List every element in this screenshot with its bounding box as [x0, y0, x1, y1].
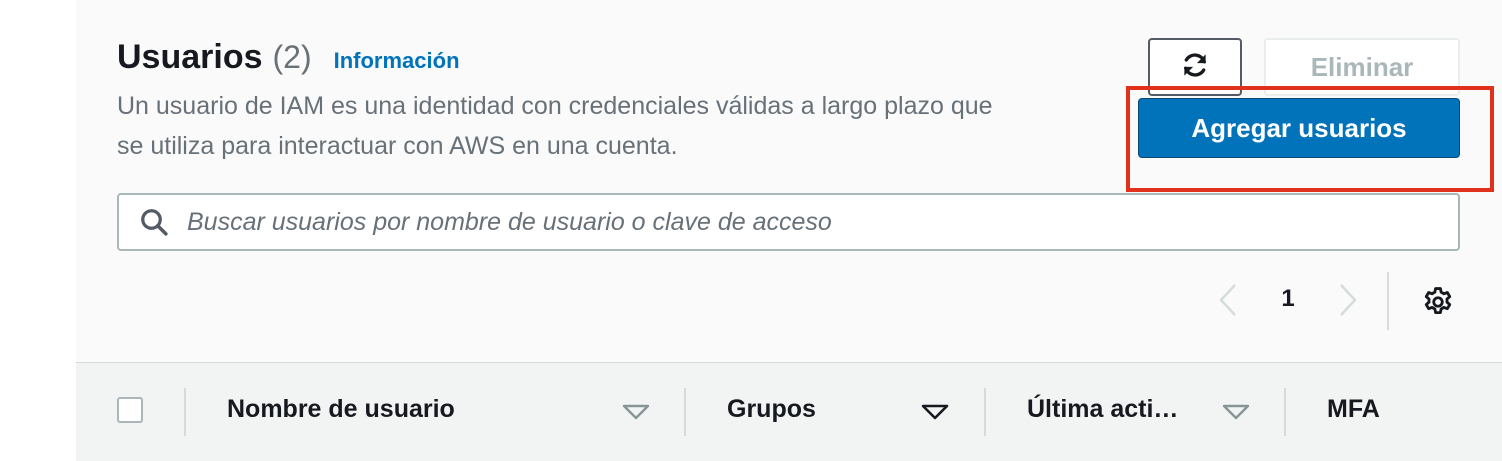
- add-users-button[interactable]: Agregar usuarios: [1138, 98, 1460, 158]
- refresh-button[interactable]: [1148, 38, 1242, 96]
- column-divider: [684, 388, 686, 436]
- chevron-left-icon: [1217, 282, 1239, 323]
- column-header-groups[interactable]: Grupos: [727, 395, 816, 424]
- sort-icon[interactable]: [1221, 404, 1251, 420]
- column-divider: [184, 388, 186, 436]
- search-bar: [117, 193, 1460, 251]
- search-icon: [137, 205, 171, 239]
- page-title: Usuarios: [117, 38, 263, 76]
- next-page-button[interactable]: [1333, 282, 1363, 322]
- sort-icon[interactable]: [920, 404, 950, 420]
- column-header-username[interactable]: Nombre de usuario: [227, 395, 455, 424]
- chevron-right-icon: [1337, 282, 1359, 323]
- info-link[interactable]: Información: [334, 48, 460, 74]
- column-header-last-activity[interactable]: Última acti…: [1027, 395, 1178, 424]
- page-description: Un usuario de IAM es una identidad con c…: [117, 92, 993, 160]
- delete-button[interactable]: Eliminar: [1264, 38, 1460, 96]
- user-count: (2): [272, 39, 312, 75]
- search-input[interactable]: [185, 194, 1458, 250]
- table-settings-button[interactable]: [1418, 284, 1458, 324]
- select-all-checkbox[interactable]: [117, 397, 143, 423]
- column-divider: [1284, 388, 1286, 436]
- page-number-1[interactable]: 1: [1270, 285, 1306, 313]
- panel-header: Usuarios (2) Información: [117, 38, 460, 77]
- gear-icon: [1421, 285, 1455, 324]
- sort-icon[interactable]: [621, 404, 651, 420]
- refresh-icon: [1180, 50, 1210, 85]
- previous-page-button[interactable]: [1213, 282, 1243, 322]
- column-divider: [984, 388, 986, 436]
- pagination-divider: [1387, 272, 1389, 330]
- column-header-mfa[interactable]: MFA: [1327, 395, 1380, 424]
